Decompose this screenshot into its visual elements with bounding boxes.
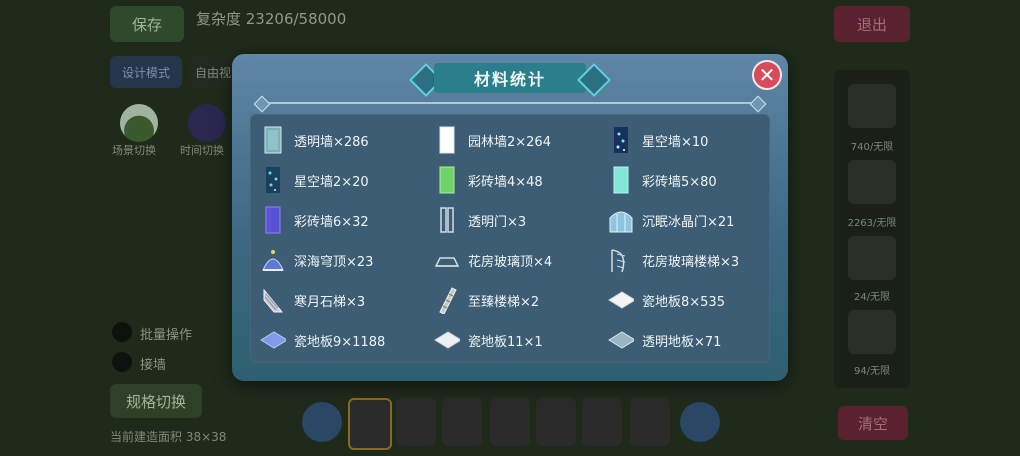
material-item: 沉眠冰晶门×21	[608, 205, 734, 235]
hotbar-slot[interactable]	[348, 398, 392, 450]
divider-end-icon	[749, 95, 767, 113]
material-item: 瓷地板8×535	[608, 285, 725, 315]
material-label: 园林墙2×264	[468, 134, 551, 150]
starry-wall-icon	[608, 125, 634, 155]
material-label: 彩砖墙4×48	[468, 174, 543, 190]
material-item: 瓷地板9×1188	[260, 325, 385, 355]
build-area-label: 当前建造面积 38×38	[110, 430, 227, 444]
material-label: 瓷地板11×1	[468, 334, 543, 350]
material-item: 深海穹顶×23	[260, 245, 373, 275]
wall-toggle[interactable]	[112, 352, 132, 372]
wall-label: 接墙	[140, 358, 167, 373]
inventory-slot[interactable]	[848, 310, 896, 354]
inventory-slot[interactable]	[848, 84, 896, 128]
free-view-button[interactable]: 自由视	[188, 56, 238, 88]
design-mode-button[interactable]: 设计模式	[110, 56, 182, 88]
close-button[interactable]: ✕	[752, 60, 782, 90]
divider	[260, 102, 758, 104]
greenhouse-glass-roof-icon	[434, 245, 460, 275]
material-item: 彩砖墙6×32	[260, 205, 369, 235]
time-switch-icon[interactable]	[188, 104, 226, 142]
material-label: 深海穹顶×23	[294, 254, 374, 270]
material-label: 沉眠冰晶门×21	[642, 214, 735, 230]
eraser-icon[interactable]	[302, 402, 342, 442]
inventory-slot[interactable]	[848, 236, 896, 280]
material-item: 星空墙2×20	[260, 165, 369, 195]
dialog-title: 材料统计	[434, 63, 586, 93]
material-item: 花房玻璃顶×4	[434, 245, 552, 275]
batch-op-toggle[interactable]	[112, 322, 132, 342]
transparent-wall-icon	[260, 125, 286, 155]
material-label: 寒月石梯×3	[294, 294, 366, 310]
hotbar-slot[interactable]	[582, 398, 622, 446]
material-item: 星空墙×10	[608, 125, 708, 155]
inventory-count: 94/无限	[853, 366, 891, 377]
porcelain-floor-8-icon	[608, 285, 634, 315]
cold-moon-stone-stairs-icon	[260, 285, 286, 315]
color-brick-wall-4-icon	[434, 165, 460, 195]
material-item: 透明地板×71	[608, 325, 721, 355]
scene-switch-icon[interactable]	[120, 104, 158, 142]
material-label: 星空墙2×20	[294, 174, 369, 190]
clear-button[interactable]: 清空	[838, 406, 908, 440]
greenhouse-glass-stairs-icon	[608, 245, 634, 275]
garden-wall-icon	[434, 125, 460, 155]
material-stats-dialog: 材料统计 ✕ 透明墙×286 园林墙2×264 星空墙×10 星空墙2×20 彩…	[232, 54, 788, 381]
material-label: 花房玻璃顶×4	[468, 254, 553, 270]
inventory-count: 24/无限	[853, 292, 891, 303]
material-label: 彩砖墙6×32	[294, 214, 369, 230]
batch-op-label: 批量操作	[140, 328, 193, 343]
spec-switch-button[interactable]: 规格切换	[110, 384, 202, 418]
porcelain-floor-11-icon	[434, 325, 460, 355]
material-item: 园林墙2×264	[434, 125, 551, 155]
supreme-stairs-icon	[434, 285, 460, 315]
material-item: 寒月石梯×3	[260, 285, 365, 315]
inventory-count: 2263/无限	[847, 218, 897, 229]
save-button[interactable]: 保存	[110, 6, 184, 42]
porcelain-floor-9-icon	[260, 325, 286, 355]
hotbar-slot[interactable]	[536, 398, 576, 446]
color-brick-wall-5-icon	[608, 165, 634, 195]
material-label: 星空墙×10	[642, 134, 709, 150]
color-brick-wall-6-icon	[260, 205, 286, 235]
ice-crystal-door-icon	[608, 205, 634, 235]
material-label: 花房玻璃楼梯×3	[642, 254, 740, 270]
transparent-floor-icon	[608, 325, 634, 355]
material-label: 透明墙×286	[294, 134, 369, 150]
material-label: 透明地板×71	[642, 334, 722, 350]
hotbar-slot[interactable]	[490, 398, 530, 446]
exit-button[interactable]: 退出	[834, 6, 910, 42]
time-switch-label: 时间切换	[180, 144, 224, 157]
hotbar-slot[interactable]	[396, 398, 436, 446]
material-label: 彩砖墙5×80	[642, 174, 717, 190]
inventory-slot[interactable]	[848, 160, 896, 204]
hotbar-slot[interactable]	[630, 398, 670, 446]
title-banner: 材料统计	[409, 63, 611, 97]
materials-list: 透明墙×286 园林墙2×264 星空墙×10 星空墙2×20 彩砖墙4×48 …	[250, 114, 770, 363]
material-item: 彩砖墙4×48	[434, 165, 543, 195]
inventory-panel: 740/无限 2263/无限 24/无限 94/无限	[834, 70, 910, 388]
material-item: 至臻楼梯×2	[434, 285, 539, 315]
material-label: 瓷地板9×1188	[294, 334, 386, 350]
material-item: 透明墙×286	[260, 125, 369, 155]
inventory-count: 740/无限	[850, 142, 894, 153]
material-item: 彩砖墙5×80	[608, 165, 717, 195]
material-item: 瓷地板11×1	[434, 325, 543, 355]
complexity-counter: 复杂度 23206/58000	[196, 10, 347, 28]
deep-sea-dome-icon	[260, 245, 286, 275]
scene-switch-label: 场景切换	[112, 144, 156, 157]
more-icon[interactable]	[680, 402, 720, 442]
material-label: 至臻楼梯×2	[468, 294, 540, 310]
material-item: 花房玻璃楼梯×3	[608, 245, 739, 275]
material-label: 瓷地板8×535	[642, 294, 725, 310]
transparent-door-icon	[434, 205, 460, 235]
hotbar-slot[interactable]	[442, 398, 482, 446]
divider-end-icon	[253, 95, 271, 113]
starry-wall-2-icon	[260, 165, 286, 195]
material-label: 透明门×3	[468, 214, 527, 230]
material-item: 透明门×3	[434, 205, 526, 235]
